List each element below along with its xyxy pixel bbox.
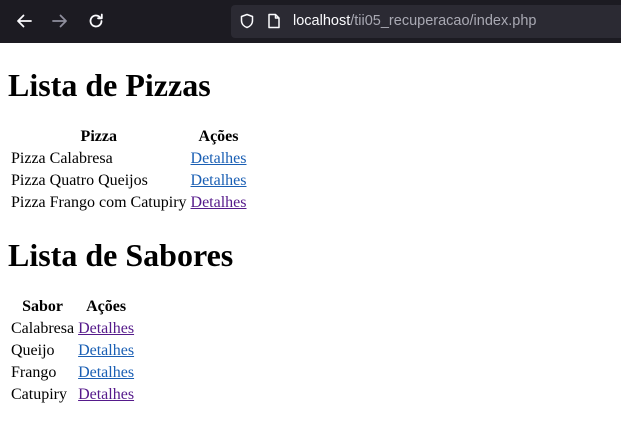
sabores-heading: Lista de Sabores xyxy=(8,237,234,273)
column-header-acoes: Ações xyxy=(198,128,239,145)
details-link[interactable]: Detalhes xyxy=(78,364,134,381)
actions-cell: Detalhes xyxy=(77,385,135,405)
table-row: Pizza Quatro Queijos Detalhes xyxy=(10,171,248,191)
pizza-name: Pizza Frango com Catupiry xyxy=(11,194,187,211)
forward-icon xyxy=(52,14,67,28)
details-link[interactable]: Detalhes xyxy=(78,386,134,403)
table-row: Queijo Detalhes xyxy=(10,341,135,361)
column-header-pizza: Pizza xyxy=(80,128,117,145)
reload-button[interactable] xyxy=(85,10,107,32)
url-path: /tii05_recuperacao/index.php xyxy=(350,13,537,29)
details-link[interactable]: Detalhes xyxy=(191,150,247,167)
table-row: Calabresa Detalhes xyxy=(10,319,135,339)
browser-toolbar: localhost/tii05_recuperacao/index.php xyxy=(0,0,621,43)
actions-cell: Detalhes xyxy=(77,363,135,383)
table-row: Frango Detalhes xyxy=(10,363,135,383)
table-header-row: Sabor Ações xyxy=(10,297,135,317)
url-text[interactable]: localhost/tii05_recuperacao/index.php xyxy=(293,12,536,30)
sabor-name: Frango xyxy=(11,364,57,381)
pizza-name: Pizza Calabresa xyxy=(11,150,113,167)
page-icon[interactable] xyxy=(267,13,281,29)
forward-button[interactable] xyxy=(49,10,71,32)
details-link[interactable]: Detalhes xyxy=(191,194,247,211)
table-row: Pizza Frango com Catupiry Detalhes xyxy=(10,193,248,213)
column-header-sabor: Sabor xyxy=(22,298,63,315)
actions-cell: Detalhes xyxy=(77,341,135,361)
actions-cell: Detalhes xyxy=(190,171,248,191)
actions-cell: Detalhes xyxy=(77,319,135,339)
table-row: Catupiry Detalhes xyxy=(10,385,135,405)
sabor-name: Calabresa xyxy=(11,320,75,337)
pizza-name: Pizza Quatro Queijos xyxy=(11,172,148,189)
back-button[interactable] xyxy=(13,10,35,32)
details-link[interactable]: Detalhes xyxy=(78,342,134,359)
sabor-name: Queijo xyxy=(11,342,55,359)
details-link[interactable]: Detalhes xyxy=(78,320,134,337)
url-host: localhost xyxy=(293,13,351,29)
sabores-table: Sabor Ações Calabresa Detalhes Queijo De… xyxy=(8,295,137,407)
pizzas-table: Pizza Ações Pizza Calabresa Detalhes Piz… xyxy=(8,125,250,215)
back-icon xyxy=(17,14,32,28)
actions-cell: Detalhes xyxy=(190,149,248,169)
address-bar[interactable]: localhost/tii05_recuperacao/index.php xyxy=(231,5,621,38)
column-header-acoes: Ações xyxy=(86,298,127,315)
sabor-name: Catupiry xyxy=(11,386,67,403)
table-header-row: Pizza Ações xyxy=(10,127,248,147)
actions-cell: Detalhes xyxy=(190,193,248,213)
pizzas-heading: Lista de Pizzas xyxy=(8,67,211,103)
reload-icon xyxy=(89,13,103,28)
details-link[interactable]: Detalhes xyxy=(191,172,247,189)
shield-icon[interactable] xyxy=(239,13,255,29)
table-row: Pizza Calabresa Detalhes xyxy=(10,149,248,169)
